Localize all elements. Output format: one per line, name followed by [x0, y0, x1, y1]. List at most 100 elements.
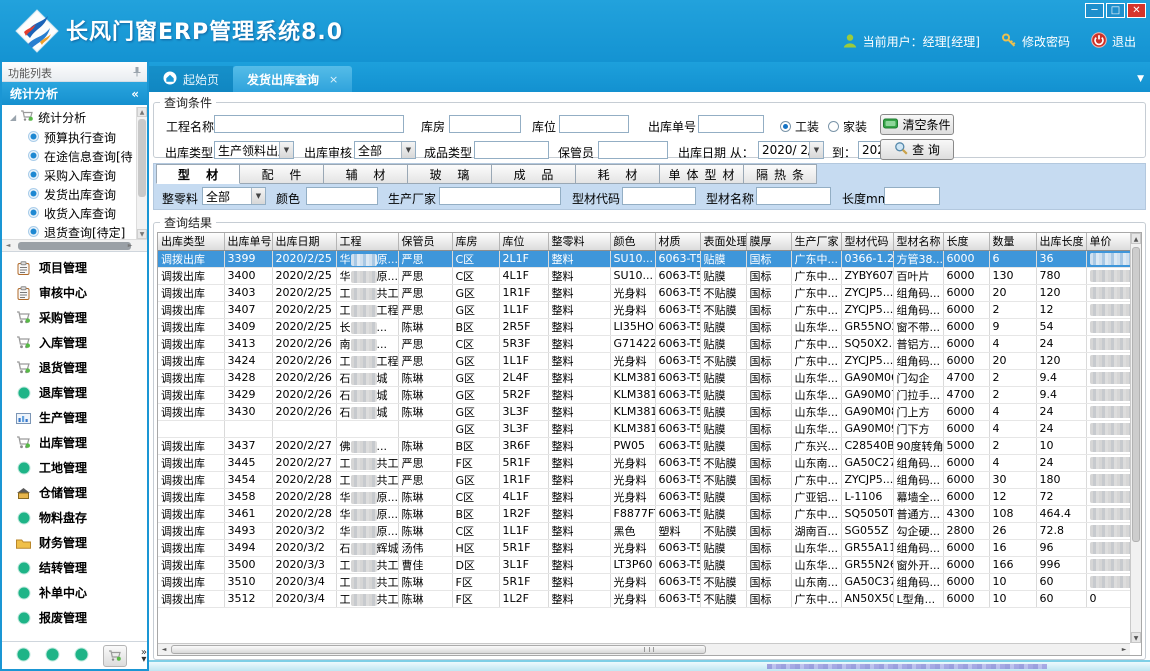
whole-part-select[interactable]: 全部▼ — [202, 187, 266, 205]
maximize-button[interactable]: □ — [1106, 3, 1125, 18]
profile-code-input[interactable] — [622, 187, 696, 205]
tree-vertical-scrollbar[interactable]: ▲ ▼ — [136, 107, 147, 239]
column-header[interactable]: 出库单号 — [224, 233, 272, 250]
column-header[interactable]: 单价 — [1086, 233, 1130, 250]
module-dot-icon[interactable] — [74, 647, 89, 665]
table-row[interactable]: 调拨出库35002020/3/3工共工程曹佳D区3L1F整料LT3P606063… — [158, 556, 1130, 573]
scroll-thumb[interactable] — [171, 645, 706, 654]
table-row[interactable]: 调拨出库33992020/2/25华原...严思C区2L1F整料SU10...6… — [158, 250, 1130, 267]
material-tab-4[interactable]: 玻 璃 — [408, 164, 492, 184]
scroll-up-icon[interactable]: ▲ — [137, 107, 147, 117]
sidebar-item-8[interactable]: 出库管理 — [2, 430, 147, 455]
search-button[interactable]: 查 询 — [880, 139, 954, 160]
project-name-input[interactable] — [214, 115, 404, 133]
sidebar-item-2[interactable]: 审核中心 — [2, 280, 147, 305]
sidebar-item-5[interactable]: 退货管理 — [2, 355, 147, 380]
column-header[interactable]: 出库日期 — [272, 233, 336, 250]
sidebar-item-11[interactable]: 物料盘存 — [2, 505, 147, 530]
table-row[interactable]: 调拨出库34612020/2/28华原...陈琳B区1R2F整料F8877FT6… — [158, 505, 1130, 522]
tree-item[interactable]: 收货入库查询 — [2, 204, 147, 223]
radio-jiazhuang[interactable]: 家装 — [828, 118, 867, 135]
sidebar-item-9[interactable]: 工地管理 — [2, 455, 147, 480]
length-input[interactable] — [884, 187, 940, 205]
minimize-button[interactable]: ─ — [1085, 3, 1104, 18]
sidebar-item-15[interactable]: 报废管理 — [2, 605, 147, 630]
table-row[interactable]: 调拨出库34072020/2/25工工程严思G区1L1F整料光身料6063-T5… — [158, 301, 1130, 318]
material-tab-7[interactable]: 单体型材 — [660, 164, 744, 184]
date-from-select[interactable]: 2020/ 2/16▼ — [758, 141, 824, 159]
table-row[interactable]: 调拨出库34092020/2/25长...陈琳B区2R5F整料LI35HO606… — [158, 318, 1130, 335]
tree-item[interactable]: 发货出库查询 — [2, 185, 147, 204]
radio-gongzhuang[interactable]: 工装 — [780, 118, 819, 135]
column-header[interactable]: 表面处理 — [700, 233, 746, 250]
sidebar-item-3[interactable]: 采购管理 — [2, 305, 147, 330]
column-header[interactable]: 长度 — [943, 233, 989, 250]
column-header[interactable]: 出库类型 — [158, 233, 224, 250]
table-row[interactable]: 调拨出库34032020/2/25工共工程严思G区1R1F整料光身料6063-T… — [158, 284, 1130, 301]
sidebar-item-13[interactable]: 结转管理 — [2, 555, 147, 580]
module-dot-icon[interactable] — [16, 647, 31, 665]
location-input[interactable] — [559, 115, 629, 133]
order-no-input[interactable] — [698, 115, 764, 133]
tree-expander-icon[interactable]: ◢ — [10, 113, 16, 122]
tree-item[interactable]: 预算执行查询 — [2, 128, 147, 147]
logout-button[interactable]: 退出 — [1091, 32, 1136, 51]
table-row[interactable]: 调拨出库34002020/2/25华原...严思C区4L1F整料SU10...6… — [158, 267, 1130, 284]
sidebar-item-12[interactable]: 财务管理 — [2, 530, 147, 555]
scroll-left-icon[interactable]: ◄ — [159, 645, 169, 655]
tree-horizontal-scrollbar[interactable]: ◄ ► — [2, 239, 147, 251]
table-row[interactable]: 调拨出库34932020/3/2华原...陈琳C区1L1F整料黑色塑料不贴膜国标… — [158, 522, 1130, 539]
tree-item[interactable]: 在途信息查询[待 — [2, 147, 147, 166]
material-tab-2[interactable]: 配 件 — [240, 164, 324, 184]
table-row[interactable]: G区3L3F整料KLM38176063-T5贴膜国标山东华...GA90M09.… — [158, 420, 1130, 437]
column-header[interactable]: 型材代码 — [841, 233, 893, 250]
close-button[interactable]: ✕ — [1127, 3, 1146, 18]
cart-module-button[interactable] — [103, 645, 127, 667]
tree-item[interactable]: 采购入库查询 — [2, 166, 147, 185]
tree-root-stats[interactable]: ◢ 统计分析 — [2, 105, 147, 128]
collapse-icon[interactable]: « — [131, 87, 139, 101]
column-header[interactable]: 生产厂家 — [791, 233, 841, 250]
column-header[interactable]: 保管员 — [398, 233, 452, 250]
table-row[interactable]: 调拨出库35122020/3/4工共工程陈琳F区1L2F整料光身料6063-T5… — [158, 590, 1130, 607]
scroll-down-icon[interactable]: ▼ — [137, 229, 147, 239]
material-tab-8[interactable]: 隔热条 — [744, 164, 817, 184]
table-row[interactable]: 调拨出库34582020/2/28华原...陈琳C区4L1F整料光身料6063-… — [158, 488, 1130, 505]
column-header[interactable]: 整零料 — [548, 233, 610, 250]
product-type-input[interactable] — [474, 141, 549, 159]
table-row[interactable]: 调拨出库34282020/2/26石城陈琳G区2L4F整料KLM38176063… — [158, 369, 1130, 386]
column-header[interactable]: 膜厚 — [746, 233, 791, 250]
column-header[interactable]: 数量 — [989, 233, 1036, 250]
column-header[interactable]: 型材名称 — [893, 233, 943, 250]
table-row[interactable]: 调拨出库34372020/2/27佛...陈琳B区3R6F整料PW056063-… — [158, 437, 1130, 454]
more-modules-chevron[interactable]: »▾ — [141, 649, 147, 663]
sidebar-item-10[interactable]: 仓储管理 — [2, 480, 147, 505]
table-row[interactable]: 调拨出库34292020/2/26石城陈琳G区5R2F整料KLM38176063… — [158, 386, 1130, 403]
close-tab-icon[interactable]: × — [329, 73, 338, 86]
table-row[interactable]: 调拨出库34542020/2/28工共工程严思G区1R1F整料光身料6063-T… — [158, 471, 1130, 488]
grid-horizontal-scrollbar[interactable]: ◄ ► — [158, 643, 1130, 655]
table-row[interactable]: 调拨出库34942020/3/2石辉城汤伟H区5R1F整料光身料6063-T5贴… — [158, 539, 1130, 556]
table-row[interactable]: 调拨出库34302020/2/26石城陈琳G区3L3F整料KLM38176063… — [158, 403, 1130, 420]
scroll-thumb[interactable] — [1132, 247, 1140, 542]
warehouse-input[interactable] — [449, 115, 521, 133]
sidebar-item-4[interactable]: 入库管理 — [2, 330, 147, 355]
scroll-down-icon[interactable]: ▼ — [1131, 632, 1141, 643]
material-tab-1[interactable]: 型 材 — [156, 164, 240, 184]
table-row[interactable]: 调拨出库35102020/3/4工共工程陈琳F区5R1F整料光身料6063-T5… — [158, 573, 1130, 590]
section-header-stats[interactable]: 统计分析 « — [2, 82, 147, 105]
keeper-input[interactable] — [598, 141, 668, 159]
color-input[interactable] — [306, 187, 378, 205]
scroll-left-icon[interactable]: ◄ — [3, 241, 13, 251]
change-password-button[interactable]: 修改密码 — [1001, 32, 1070, 51]
module-dot-icon[interactable] — [45, 647, 60, 665]
material-tab-3[interactable]: 辅 材 — [324, 164, 408, 184]
scroll-thumb[interactable] — [138, 119, 146, 197]
column-header[interactable]: 库位 — [499, 233, 548, 250]
scroll-up-icon[interactable]: ▲ — [1131, 233, 1141, 244]
column-header[interactable]: 颜色 — [610, 233, 655, 250]
tab-home[interactable]: 起始页 — [149, 66, 233, 92]
scroll-thumb[interactable] — [18, 242, 131, 250]
column-header[interactable]: 库房 — [452, 233, 499, 250]
tab-list-dropdown-icon[interactable]: ▼ — [1137, 74, 1144, 84]
